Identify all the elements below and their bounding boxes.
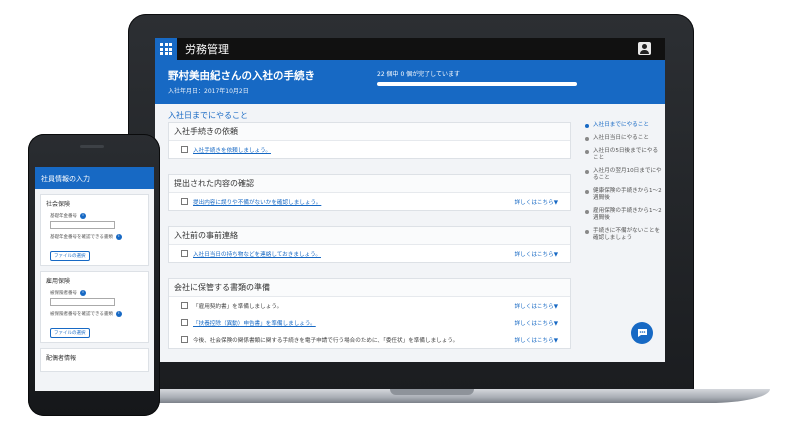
- task-checkbox[interactable]: [181, 302, 188, 309]
- phone-text-input[interactable]: [50, 298, 115, 306]
- task-row: 提出内容に誤りや不備がないかを確認しましょう。 詳しくはこちら▼: [169, 193, 570, 210]
- step-item[interactable]: 入社日の5日後までにやること: [585, 148, 663, 162]
- task-row: 「雇用契約書」を準備しましょう。 詳しくはこちら▼: [169, 297, 570, 314]
- task-text[interactable]: 「扶養控除（異動）申告書」を準備しましょう。: [193, 319, 316, 327]
- phone-card: 雇用保険被保険者番号 i 被保険者番号を確認できる書類 i ファイルの選択: [40, 271, 149, 343]
- phone-text-input[interactable]: [50, 221, 115, 229]
- progress-text: 22 個中 0 個が完了しています: [377, 71, 460, 78]
- detail-link[interactable]: 詳しくはこちら▼: [515, 336, 558, 344]
- step-item[interactable]: 健康保険の手続きから1〜2週間後: [585, 188, 663, 202]
- phone-card-title: 社会保険: [46, 202, 71, 208]
- task-checkbox[interactable]: [181, 250, 188, 257]
- task-group: 会社に保管する書類の準備 「雇用契約書」を準備しましょう。 詳しくはこちら▼ 「扶養控…: [168, 278, 571, 349]
- task-group-title: 入社前の事前連絡: [169, 227, 570, 245]
- app-header: 労務管理: [155, 38, 665, 60]
- step-item[interactable]: 雇用保険の手続きから1〜2週間後: [585, 208, 663, 222]
- step-item[interactable]: 手続きに不備がないことを確認しましょう: [585, 228, 663, 242]
- progress-bar: [377, 82, 577, 86]
- app-title: 労務管理: [185, 44, 229, 56]
- task-row: 「扶養控除（異動）申告書」を準備しましょう。 詳しくはこちら▼: [169, 314, 570, 331]
- phone-card: 社会保険基礎年金番号 i 基礎年金番号を確認できる書類 i ファイルの選択: [40, 194, 149, 266]
- phone-field-label: 被保険者番号 i: [50, 290, 143, 296]
- task-checkbox[interactable]: [181, 336, 188, 343]
- task-checkbox[interactable]: [181, 198, 188, 205]
- info-icon[interactable]: i: [115, 234, 122, 240]
- task-row: 入社日当日の持ち物などを連絡しておきましょう。 詳しくはこちら▼: [169, 245, 570, 262]
- task-checkbox[interactable]: [181, 146, 188, 153]
- task-area: 入社手続きの依頼 入社手続きを依頼しましょう。 提出された内容の確認 提出内容に誤りや…: [168, 122, 571, 362]
- phone-field-label: 基礎年金番号を確認できる書類 i: [50, 234, 143, 240]
- task-group-title: 提出された内容の確認: [169, 175, 570, 193]
- task-row: 入社手続きを依頼しましょう。: [169, 141, 570, 158]
- banner-title: 野村美由紀さんの入社の手続き: [168, 70, 315, 82]
- user-icon[interactable]: [638, 42, 651, 55]
- step-item[interactable]: 入社月の翌月10日までにやること: [585, 168, 663, 182]
- task-group: 提出された内容の確認提出内容に誤りや不備がないかを確認しましょう。 詳しくはこちら…: [168, 174, 571, 211]
- phone-cards: 社会保険 基礎年金番号 i 基礎年金番号を確認できる書類 i ファイルの選択 雇用保険 被保険…: [35, 194, 154, 372]
- task-group: 入社手続きの依頼入社手続きを依頼しましょう。: [168, 122, 571, 159]
- task-text[interactable]: 入社手続きを依頼しましょう。: [193, 146, 271, 154]
- detail-link[interactable]: 詳しくはこちら▼: [515, 250, 558, 258]
- task-group: 入社前の事前連絡入社日当日の持ち物などを連絡しておきましょう。 詳しくはこちら▼: [168, 226, 571, 263]
- laptop-notch: [390, 389, 474, 395]
- phone-header: 社員情報の入力: [35, 167, 154, 189]
- step-item[interactable]: 入社日当日にやること: [585, 135, 663, 142]
- phone-card-title: 雇用保険: [46, 279, 71, 285]
- task-row: 今後、社会保険の関係書類に関する手続きを電子申請で行う場合のために、「委任状」を…: [169, 331, 570, 348]
- phone-speaker: [80, 145, 104, 148]
- phone-field-label: 被保険者番号を確認できる書類 i: [50, 311, 143, 317]
- detail-link[interactable]: 詳しくはこちら▼: [515, 302, 558, 310]
- progress-fill: [377, 82, 577, 86]
- onboarding-banner: 野村美由紀さんの入社の手続き 入社年月日：2017年10月2日 22 個中 0 …: [155, 60, 665, 104]
- step-item[interactable]: 入社日までにやること: [585, 122, 663, 129]
- file-select-button[interactable]: ファイルの選択: [50, 328, 90, 338]
- info-icon[interactable]: i: [115, 311, 122, 317]
- task-text[interactable]: 提出内容に誤りや不備がないかを確認しましょう。: [193, 198, 321, 206]
- task-text: 「雇用契約書」を準備しましょう。: [193, 303, 283, 310]
- grid-apps-icon[interactable]: [155, 38, 177, 60]
- detail-link[interactable]: 詳しくはこちら▼: [515, 198, 558, 206]
- task-group-title: 入社手続きの依頼: [169, 123, 570, 141]
- detail-link[interactable]: 詳しくはこちら▼: [515, 319, 558, 327]
- info-icon[interactable]: i: [80, 290, 86, 296]
- step-navigation: 入社日までにやること 入社日当日にやること入社日の5日後までにやること 入社月の翌月…: [585, 122, 663, 248]
- task-group-title: 会社に保管する書類の準備: [169, 279, 570, 297]
- phone-card: 配偶者情報: [40, 348, 149, 372]
- phone-field-label: 基礎年金番号 i: [50, 213, 143, 219]
- phone-screen: 社員情報の入力 社会保険基礎年金番号 i 基礎年金番号を確認できる書類 i ファイルの選…: [35, 167, 154, 391]
- task-text[interactable]: 入社日当日の持ち物などを連絡しておきましょう。: [193, 250, 321, 258]
- banner-subtitle: 入社年月日：2017年10月2日: [168, 88, 249, 95]
- task-checkbox[interactable]: [181, 319, 188, 326]
- chat-icon[interactable]: [631, 322, 653, 344]
- section-link[interactable]: 入社日までにやること: [168, 110, 248, 121]
- file-select-button[interactable]: ファイルの選択: [50, 251, 90, 261]
- phone-card-title: 配偶者情報: [46, 356, 77, 362]
- info-icon[interactable]: i: [80, 213, 86, 219]
- laptop-screen: 労務管理 野村美由紀さんの入社の手続き 入社年月日：2017年10月2日 22 …: [155, 38, 665, 362]
- task-text: 今後、社会保険の関係書類に関する手続きを電子申請で行う場合のために、「委任状」を…: [193, 337, 459, 344]
